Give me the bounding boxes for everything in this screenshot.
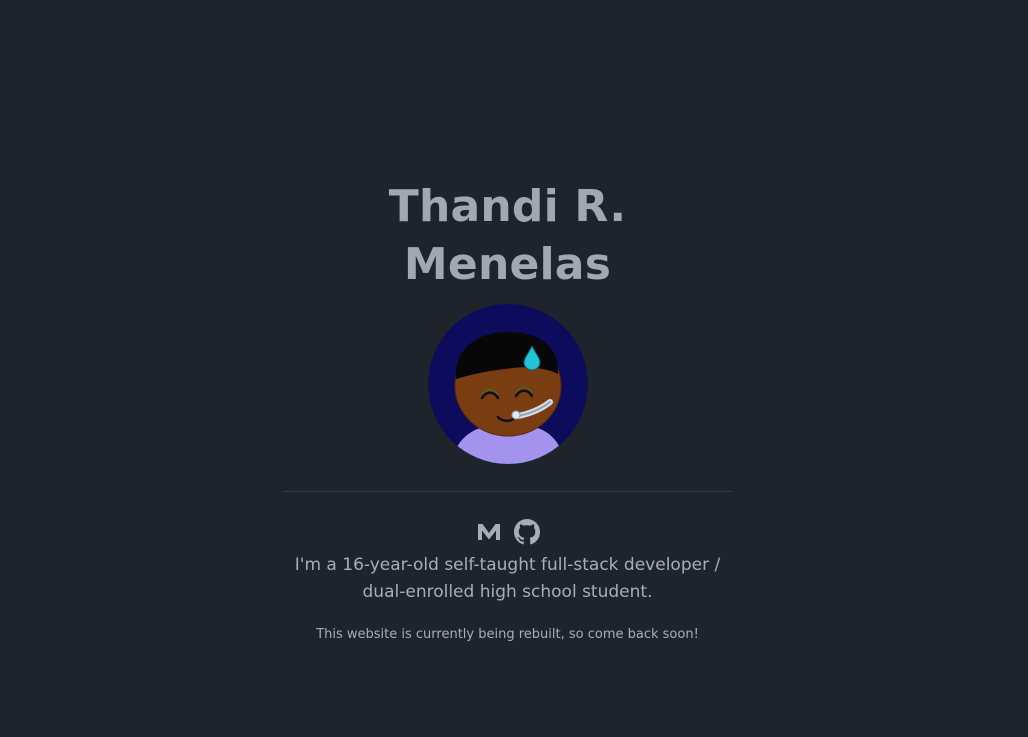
- page: Thandi R. Menelas I'm a 16-year-old self…: [0, 0, 1028, 737]
- github-link[interactable]: [513, 519, 540, 545]
- github-icon: [513, 519, 540, 545]
- rebuild-notice: This website is currently being rebuilt,…: [316, 627, 699, 642]
- medium-link[interactable]: [476, 519, 502, 545]
- profile-name: Thandi R. Menelas: [388, 181, 627, 290]
- social-links: [283, 519, 732, 545]
- avatar: [427, 304, 588, 464]
- divider: [283, 491, 732, 492]
- bio-text: I'm a 16-year-old self-taught full-stack…: [294, 555, 721, 602]
- profile-card: Thandi R. Menelas I'm a 16-year-old self…: [283, 178, 732, 644]
- medium-icon: [477, 524, 500, 540]
